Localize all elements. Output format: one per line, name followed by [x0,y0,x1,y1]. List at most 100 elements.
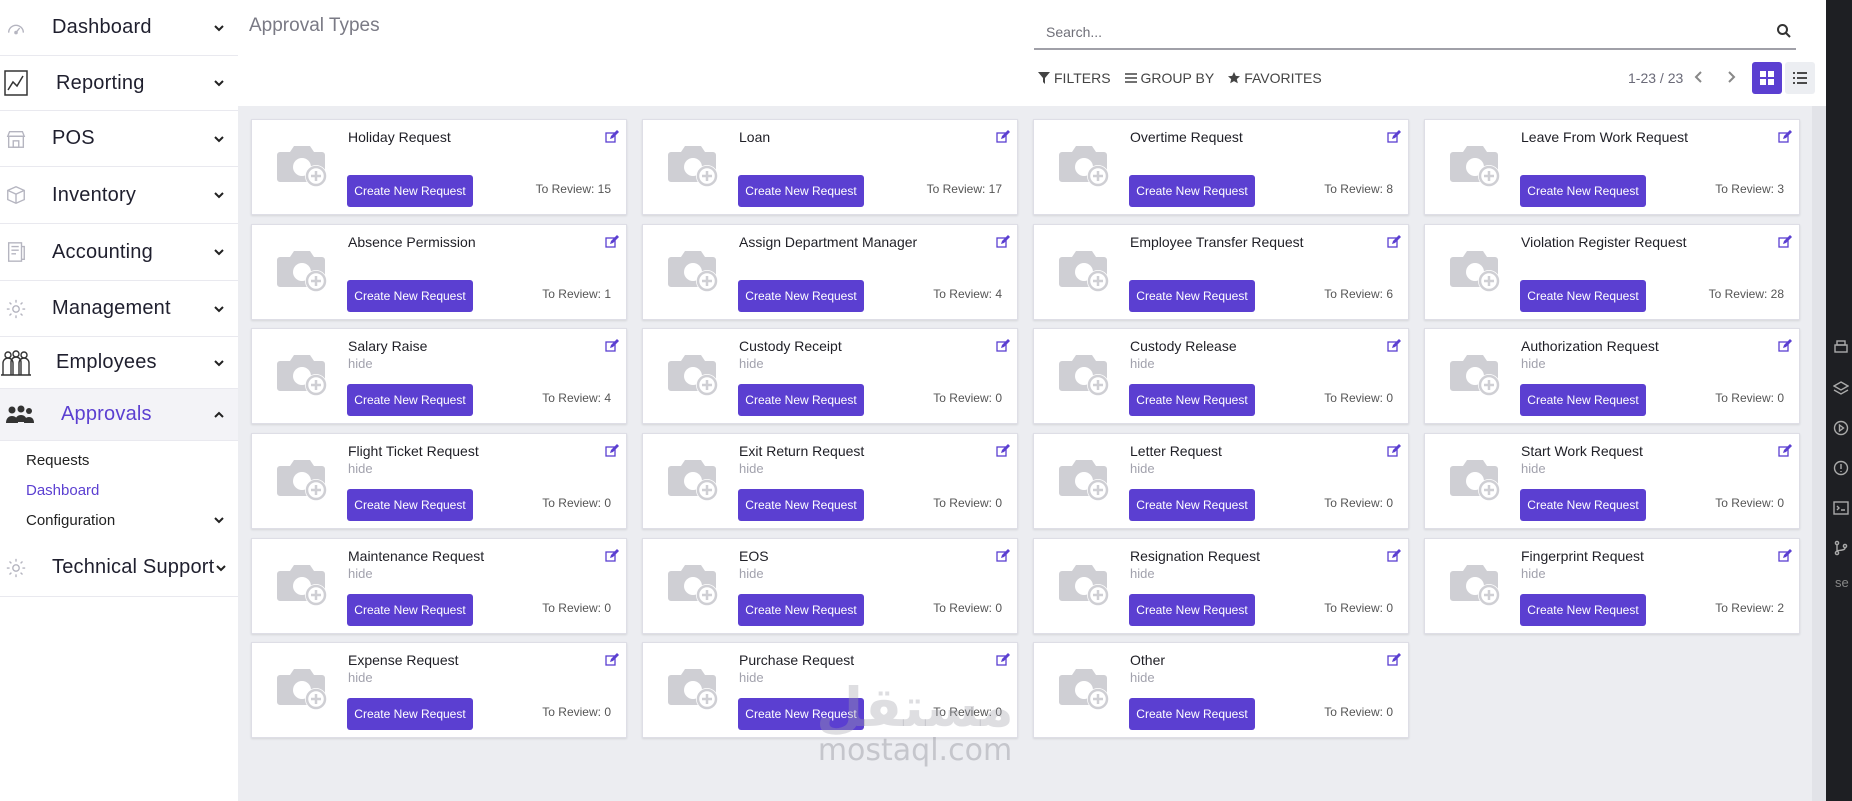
edit-icon[interactable] [605,549,619,563]
edit-icon[interactable] [1778,235,1792,249]
approval-type-card[interactable]: Resignation Request hide Create New Reques… [1033,538,1409,634]
edit-icon[interactable] [1387,549,1401,563]
approval-type-card[interactable]: Salary Raise hide Create New Request To Rev… [251,328,627,424]
create-new-request-button[interactable]: Create New Request [738,489,864,521]
kanban-view-button[interactable] [1752,62,1782,94]
edit-icon[interactable] [1387,444,1401,458]
list-view-button[interactable] [1785,62,1815,94]
edit-icon[interactable] [1778,549,1792,563]
create-new-request-button[interactable]: Create New Request [738,384,864,416]
approval-type-card[interactable]: Flight Ticket Request hide Create New Requ… [251,433,627,529]
approval-type-card[interactable]: Custody Receipt hide Create New Request To … [642,328,1018,424]
sidebar-item-employees[interactable]: Employees [0,337,238,389]
create-new-request-button[interactable]: Create New Request [1129,489,1255,521]
create-new-request-button[interactable]: Create New Request [738,698,864,730]
create-new-request-button[interactable]: Create New Request [1520,594,1646,626]
create-new-request-button[interactable]: Create New Request [738,280,864,312]
alert-icon[interactable] [1833,460,1849,476]
create-new-request-button[interactable]: Create New Request [1520,280,1646,312]
edit-icon[interactable] [605,339,619,353]
sidebar-item-pos[interactable]: POS [0,111,238,167]
create-new-request-button[interactable]: Create New Request [347,280,473,312]
terminal-icon[interactable] [1833,500,1849,516]
edit-icon[interactable] [1778,339,1792,353]
approval-type-card[interactable]: Expense Request hide Create New Request To … [251,642,627,738]
edit-icon[interactable] [1778,130,1792,144]
edit-icon[interactable] [1387,653,1401,667]
create-new-request-button[interactable]: Create New Request [347,594,473,626]
submenu-item-dashboard[interactable]: Dashboard [0,475,238,505]
approval-type-card[interactable]: Leave From Work Request Create New Reques… [1424,119,1800,215]
approval-type-card[interactable]: Exit Return Request hide Create New Reques… [642,433,1018,529]
pager-next-button[interactable] [1720,66,1742,88]
card-title: Custody Receipt [739,338,842,354]
submenu-item-requests[interactable]: Requests [0,445,238,475]
edit-icon[interactable] [605,130,619,144]
approval-type-card[interactable]: Holiday Request Create New Request To Revi… [251,119,627,215]
approval-type-card[interactable]: Start Work Request hide Create New Request… [1424,433,1800,529]
approval-type-card[interactable]: Authorization Request hide Create New Requ… [1424,328,1800,424]
create-new-request-button[interactable]: Create New Request [1129,384,1255,416]
approval-type-card[interactable]: Absence Permission Create New Request To R… [251,224,627,320]
pager-value[interactable]: 1-23 / 23 [1628,70,1683,86]
approval-type-card[interactable]: Assign Department Manager Create New Requ… [642,224,1018,320]
search-input[interactable] [1046,21,1746,43]
edit-icon[interactable] [1387,235,1401,249]
create-new-request-button[interactable]: Create New Request [738,175,864,207]
approval-type-card[interactable]: EOS hide Create New Request To Review: 0 [642,538,1018,634]
create-new-request-button[interactable]: Create New Request [1520,175,1646,207]
create-new-request-button[interactable]: Create New Request [1129,280,1255,312]
create-new-request-button[interactable]: Create New Request [347,384,473,416]
search-icon[interactable] [1776,23,1792,39]
play-circle-icon[interactable] [1833,420,1849,436]
layers-icon[interactable] [1833,380,1849,396]
edit-icon[interactable] [996,339,1010,353]
filters-button[interactable]: FILTERS [1038,70,1111,86]
approval-type-card[interactable]: Loan Create New Request To Review: 17 [642,119,1018,215]
edit-icon[interactable] [996,444,1010,458]
group-by-button[interactable]: GROUP BY [1124,70,1214,86]
approval-type-card[interactable]: Letter Request hide Create New Request To R… [1033,433,1409,529]
sidebar-item-approvals[interactable]: Approvals [0,389,238,441]
edit-icon[interactable] [605,653,619,667]
create-new-request-button[interactable]: Create New Request [1129,698,1255,730]
submenu-item-configuration[interactable]: Configuration [0,505,238,535]
edit-icon[interactable] [605,235,619,249]
approval-type-card[interactable]: Overtime Request Create New Request To Rev… [1033,119,1409,215]
edit-icon[interactable] [605,444,619,458]
camera-add-icon [1059,460,1109,501]
create-new-request-button[interactable]: Create New Request [1520,489,1646,521]
edit-icon[interactable] [1387,339,1401,353]
edit-icon[interactable] [996,549,1010,563]
create-new-request-button[interactable]: Create New Request [347,489,473,521]
approval-type-card[interactable]: Custody Release hide Create New Request To … [1033,328,1409,424]
printer-icon[interactable] [1833,340,1849,356]
sidebar-item-accounting[interactable]: Accounting [0,224,238,281]
create-new-request-button[interactable]: Create New Request [1129,594,1255,626]
sidebar-item-inventory[interactable]: Inventory [0,167,238,224]
create-new-request-button[interactable]: Create New Request [1520,384,1646,416]
create-new-request-button[interactable]: Create New Request [347,698,473,730]
approval-type-card[interactable]: Violation Register Request Create New Req… [1424,224,1800,320]
edit-icon[interactable] [996,653,1010,667]
branch-icon[interactable] [1833,540,1849,556]
edit-icon[interactable] [1778,444,1792,458]
create-new-request-button[interactable]: Create New Request [1129,175,1255,207]
approval-type-card[interactable]: Fingerprint Request hide Create New Reques… [1424,538,1800,634]
scrollbar[interactable] [1812,106,1826,801]
edit-icon[interactable] [996,235,1010,249]
edit-icon[interactable] [1387,130,1401,144]
favorites-button[interactable]: FAVORITES [1228,70,1322,86]
create-new-request-button[interactable]: Create New Request [738,594,864,626]
create-new-request-button[interactable]: Create New Request [347,175,473,207]
pager-previous-button[interactable] [1688,66,1710,88]
sidebar-item-dashboard[interactable]: Dashboard [0,0,238,56]
edit-icon[interactable] [996,130,1010,144]
approval-type-card[interactable]: Purchase Request hide Create New Request To… [642,642,1018,738]
approval-type-card[interactable]: Employee Transfer Request Create New Requ… [1033,224,1409,320]
sidebar-item-technical-support[interactable]: Technical Support [0,539,238,597]
approval-type-card[interactable]: Maintenance Request hide Create New Reques… [251,538,627,634]
approval-type-card[interactable]: Other hide Create New Request To Review: 0 [1033,642,1409,738]
sidebar-item-reporting[interactable]: Reporting [0,56,238,111]
sidebar-item-management[interactable]: Management [0,281,238,337]
